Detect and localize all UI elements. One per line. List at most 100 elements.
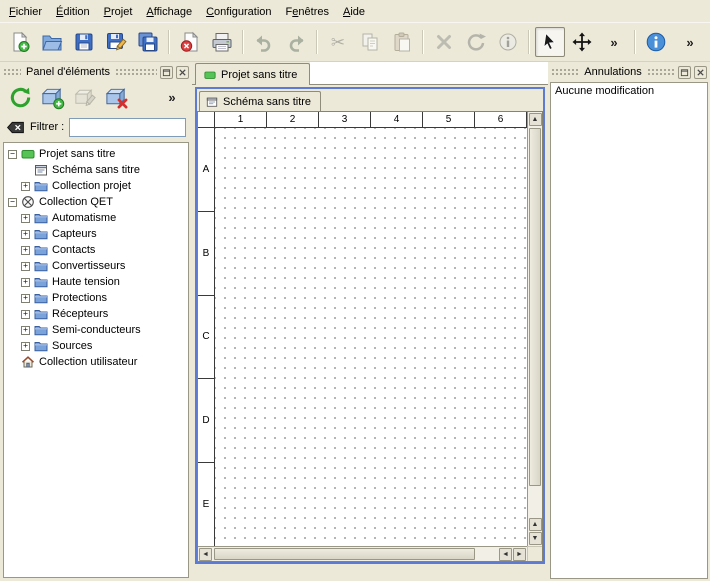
expand-icon[interactable]: +	[21, 326, 30, 335]
undo-list[interactable]: Aucune modification	[550, 82, 708, 579]
hscroll-track[interactable]	[214, 548, 498, 560]
rotate-button	[461, 27, 491, 57]
expand-icon[interactable]: +	[21, 230, 30, 239]
tree-item-capteurs[interactable]: +Capteurs	[4, 226, 188, 242]
collapse-icon[interactable]: −	[8, 198, 17, 207]
menu-item-projet[interactable]: Projet	[97, 1, 140, 22]
about-qet-button[interactable]	[641, 27, 671, 57]
edit-element-button	[69, 82, 99, 112]
vscroll-thumb[interactable]	[529, 128, 541, 486]
expand-icon[interactable]: +	[21, 182, 30, 191]
tree-item-contacts[interactable]: +Contacts	[4, 242, 188, 258]
menu-item-configuration[interactable]: Configuration	[199, 1, 278, 22]
menu-item-fichier[interactable]: Fichier	[2, 1, 49, 22]
tree-item-collection-projet[interactable]: +Collection projet	[4, 178, 188, 194]
tree-item-label: Automatisme	[52, 212, 116, 224]
diagram-window: Schéma sans titre 123456 ▲ ▲ ▼	[195, 87, 545, 564]
filter-row: Filtrer :	[0, 114, 192, 140]
reload-collections-button[interactable]	[5, 82, 35, 112]
delete-element-button[interactable]	[101, 82, 131, 112]
pan-mode-button[interactable]	[567, 27, 597, 57]
float-dock-button[interactable]	[160, 66, 173, 79]
scroll-left-button[interactable]: ◄	[499, 548, 512, 561]
row-label: E	[198, 463, 214, 546]
tree-item-label: Collection utilisateur	[39, 356, 137, 368]
scroll-down-button[interactable]: ▼	[529, 532, 542, 545]
elements-panel-title: Panel d'éléments	[24, 66, 112, 78]
hscroll-thumb[interactable]	[214, 548, 475, 560]
vscroll-track[interactable]	[529, 128, 541, 517]
diagram-canvas[interactable]	[215, 128, 527, 546]
row-label: C	[198, 296, 214, 380]
scroll-up-button[interactable]: ▲	[529, 518, 542, 531]
project-tab[interactable]: Projet sans titre	[195, 63, 310, 85]
vertical-scrollbar[interactable]: ▲ ▲ ▼	[527, 112, 542, 546]
tree-item-collection-qet[interactable]: − Collection QET	[4, 194, 188, 210]
tree-item-label: Schéma sans titre	[52, 164, 140, 176]
tree-item-semi-conducteurs[interactable]: +Semi-conducteurs	[4, 322, 188, 338]
tree-item-label: Collection QET	[39, 196, 113, 208]
folder-icon	[34, 259, 48, 273]
panel-overflow-button[interactable]: »	[157, 82, 187, 112]
close-dock-button[interactable]	[176, 66, 189, 79]
select-mode-button[interactable]	[535, 27, 565, 57]
save-as-button[interactable]	[101, 27, 131, 57]
expand-icon[interactable]: +	[21, 214, 30, 223]
menu-item-affichage[interactable]: Affichage	[139, 1, 199, 22]
tree-item-haute-tension[interactable]: +Haute tension	[4, 274, 188, 290]
undo-dock-titlebar[interactable]: Annulations	[551, 64, 707, 80]
new-element-button[interactable]	[37, 82, 67, 112]
tree-item-protections[interactable]: + Protections	[4, 290, 188, 306]
horizontal-scrollbar[interactable]: ◄ ◄ ►	[198, 546, 527, 561]
menu-item-fenetres[interactable]: Fenêtres	[279, 1, 336, 22]
paste-button	[387, 27, 417, 57]
collapse-icon[interactable]: −	[8, 150, 17, 159]
expand-icon[interactable]: +	[21, 294, 30, 303]
schema-tab-label: Schéma sans titre	[223, 96, 311, 108]
elements-panel-titlebar[interactable]: Panel d'éléments	[3, 64, 189, 80]
tree-item-recepteurs[interactable]: +Récepteurs	[4, 306, 188, 322]
expand-icon[interactable]: +	[21, 278, 30, 287]
expand-icon[interactable]: +	[21, 310, 30, 319]
tree-item-schema-sans-titre[interactable]: Schéma sans titre	[4, 162, 188, 178]
new-document-button[interactable]	[5, 27, 35, 57]
tree-item-convertisseurs[interactable]: +Convertisseurs	[4, 258, 188, 274]
scroll-right-button[interactable]: ►	[513, 548, 526, 561]
expand-icon[interactable]: +	[21, 342, 30, 351]
toolbar-separator	[168, 30, 170, 54]
print-button[interactable]	[207, 27, 237, 57]
toolbar-overflow-button[interactable]: »	[599, 27, 629, 57]
tree-item-label: Protections	[52, 292, 107, 304]
redo-icon	[285, 31, 307, 53]
mdi-pane: Projet sans titre Schéma sans titre 1234…	[192, 62, 548, 581]
scroll-left-button-start[interactable]: ◄	[199, 548, 212, 561]
clear-filter-button[interactable]	[6, 121, 25, 134]
tree-item-automatisme[interactable]: + Automatisme	[4, 210, 188, 226]
rotate-icon	[465, 31, 487, 53]
close-dock-button[interactable]	[694, 66, 707, 79]
float-dock-button[interactable]	[678, 66, 691, 79]
close-file-button[interactable]	[175, 27, 205, 57]
undo-empty-text: Aucune modification	[555, 85, 703, 97]
schema-tab[interactable]: Schéma sans titre	[199, 91, 321, 111]
dock-grip	[647, 68, 675, 76]
menu-item-edition[interactable]: Édition	[49, 1, 97, 22]
print-icon	[211, 31, 233, 53]
toolbar-overflow-right-button[interactable]: »	[675, 27, 705, 57]
tree-item-sources[interactable]: +Sources	[4, 338, 188, 354]
tree-item-collection-utilisateur[interactable]: Collection utilisateur	[4, 354, 188, 370]
menu-item-aide[interactable]: Aide	[336, 1, 372, 22]
expand-icon[interactable]: +	[21, 246, 30, 255]
diagram-view: 123456 ▲ ▲ ▼ ABCDE ◄	[197, 111, 543, 562]
filter-input[interactable]	[69, 118, 186, 137]
scroll-up-button-top[interactable]: ▲	[529, 113, 542, 126]
tree-item-projet-sans-titre[interactable]: −Projet sans titre	[4, 146, 188, 162]
project-tabbar: Projet sans titre	[192, 62, 548, 85]
float-icon	[162, 68, 171, 77]
expand-icon[interactable]: +	[21, 262, 30, 271]
save-button[interactable]	[69, 27, 99, 57]
open-folder-icon	[41, 31, 63, 53]
column-label: 1	[215, 112, 267, 127]
open-document-button[interactable]	[37, 27, 67, 57]
save-all-button[interactable]	[133, 27, 163, 57]
